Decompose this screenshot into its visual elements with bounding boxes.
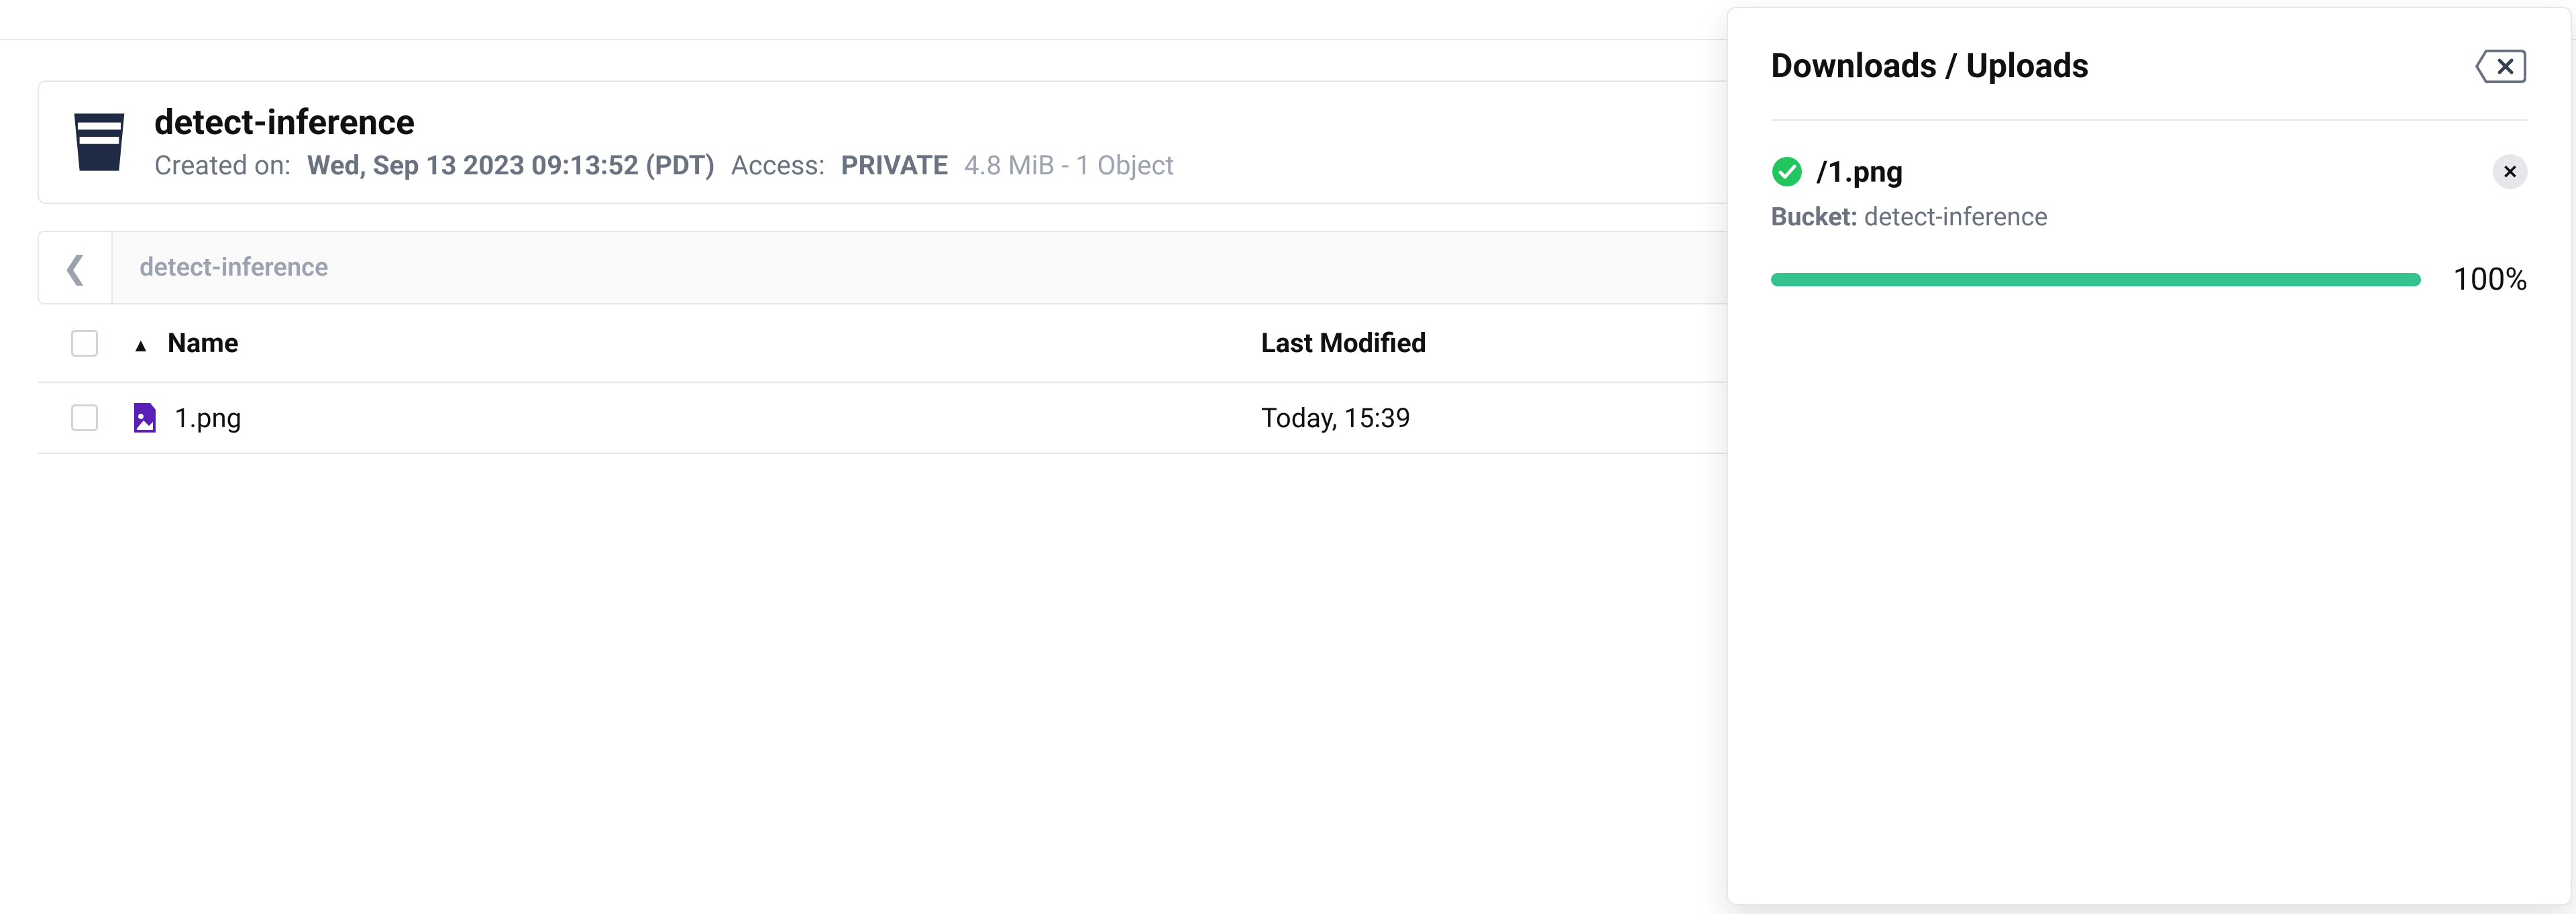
remove-download-item-button[interactable]: ✕: [2493, 154, 2528, 189]
select-all-checkbox[interactable]: [71, 330, 98, 357]
download-progress-percent: 100%: [2453, 262, 2528, 298]
row-name-cell: 1.png: [131, 402, 1261, 434]
download-item-bucket-name: detect-inference: [1864, 203, 2048, 232]
downloads-panel-header: Downloads / Uploads: [1771, 47, 2528, 121]
download-progress-fill: [1771, 273, 2421, 286]
download-item-bucket-line: Bucket: detect-inference: [1771, 203, 2528, 232]
success-check-icon: [1771, 156, 1803, 188]
row-modified-value: Today, 15:39: [1261, 402, 1411, 434]
download-progress-row: 100%: [1771, 262, 2528, 298]
column-name-label: Name: [168, 327, 239, 359]
downloads-uploads-panel: Downloads / Uploads /1.png ✕: [1727, 7, 2572, 905]
bucket-size-line: 4.8 MiB - 1 Object: [964, 150, 1174, 181]
download-progress-bar: [1771, 273, 2421, 286]
access-value: PRIVATE: [841, 150, 949, 181]
download-item-bucket-label: Bucket:: [1771, 203, 1858, 232]
back-button[interactable]: ❮: [38, 231, 111, 304]
row-checkbox[interactable]: [71, 404, 98, 431]
chevron-left-icon: ❮: [62, 249, 89, 286]
download-item: /1.png ✕ Bucket: detect-inference 100%: [1771, 121, 2528, 298]
column-modified-label: Last Modified: [1261, 327, 1426, 359]
downloads-panel-title: Downloads / Uploads: [1771, 47, 2089, 86]
row-select-cell: [38, 404, 131, 431]
download-item-filename: /1.png: [1817, 154, 1903, 189]
close-panel-button[interactable]: [2474, 48, 2528, 84]
row-file-name: 1.png: [174, 402, 241, 434]
download-item-name: /1.png: [1771, 154, 1903, 189]
close-icon: ✕: [2502, 161, 2518, 183]
bucket-icon: [68, 110, 130, 174]
image-file-icon: [131, 402, 158, 434]
created-on-label: Created on:: [154, 150, 291, 181]
sort-asc-icon: ▲: [131, 334, 150, 356]
access-label: Access:: [731, 150, 825, 181]
created-on-value: Wed, Sep 13 2023 09:13:52 (PDT): [307, 150, 715, 181]
column-header-name[interactable]: ▲ Name: [131, 327, 1261, 359]
breadcrumb-current: detect-inference: [140, 253, 328, 282]
header-select-all-cell: [38, 330, 131, 357]
download-item-header: /1.png ✕: [1771, 154, 2528, 189]
